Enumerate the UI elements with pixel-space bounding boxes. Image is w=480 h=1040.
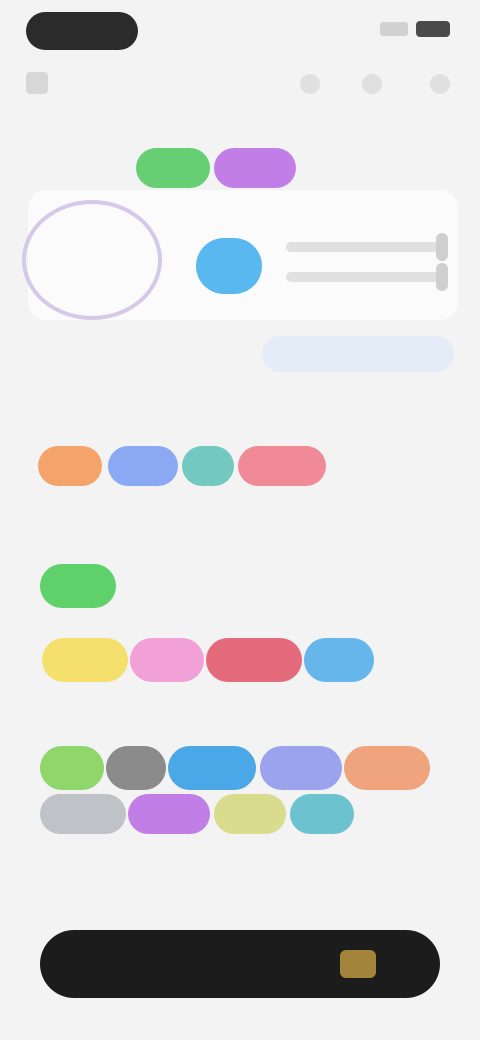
chip-olive[interactable]: [214, 794, 286, 834]
chip-blue[interactable]: [108, 446, 178, 486]
chip-pink[interactable]: [238, 446, 326, 486]
chip-teal[interactable]: [182, 446, 234, 486]
chip-green[interactable]: [40, 564, 116, 608]
blue-button[interactable]: [196, 238, 262, 294]
chip-red[interactable]: [206, 638, 302, 682]
tab-3-selected[interactable]: [262, 336, 454, 372]
chip-yellow[interactable]: [42, 638, 128, 682]
chip-blue-strong[interactable]: [168, 746, 256, 790]
back-icon[interactable]: [26, 72, 48, 94]
chip-gray[interactable]: [106, 746, 166, 790]
primary-cta-button[interactable]: [40, 930, 440, 998]
cta-accent-icon: [340, 950, 376, 978]
top-pill-green[interactable]: [136, 148, 210, 188]
action-icon-2[interactable]: [362, 74, 382, 94]
chip-orange[interactable]: [38, 446, 102, 486]
signal-icon: [380, 22, 408, 36]
tab-2[interactable]: [168, 336, 254, 372]
chip-cyan[interactable]: [290, 794, 354, 834]
chip-sky[interactable]: [304, 638, 374, 682]
chip-periwinkle[interactable]: [260, 746, 342, 790]
battery-icon: [416, 21, 450, 37]
chip-silver[interactable]: [40, 794, 126, 834]
chip-lime[interactable]: [40, 746, 104, 790]
slider-1[interactable]: [286, 233, 448, 261]
action-icon-1[interactable]: [300, 74, 320, 94]
slider-2[interactable]: [286, 263, 448, 291]
status-time-pill: [26, 12, 138, 50]
chip-light-pink[interactable]: [130, 638, 204, 682]
top-bar: [26, 66, 456, 102]
slider-1-handle[interactable]: [436, 233, 448, 261]
top-pill-purple[interactable]: [214, 148, 296, 188]
chip-peach[interactable]: [344, 746, 430, 790]
status-icons: [360, 18, 450, 40]
tab-1[interactable]: [24, 336, 154, 372]
preview-ring: [22, 200, 162, 320]
chip-violet[interactable]: [128, 794, 210, 834]
slider-2-handle[interactable]: [436, 263, 448, 291]
action-icon-3[interactable]: [430, 74, 450, 94]
